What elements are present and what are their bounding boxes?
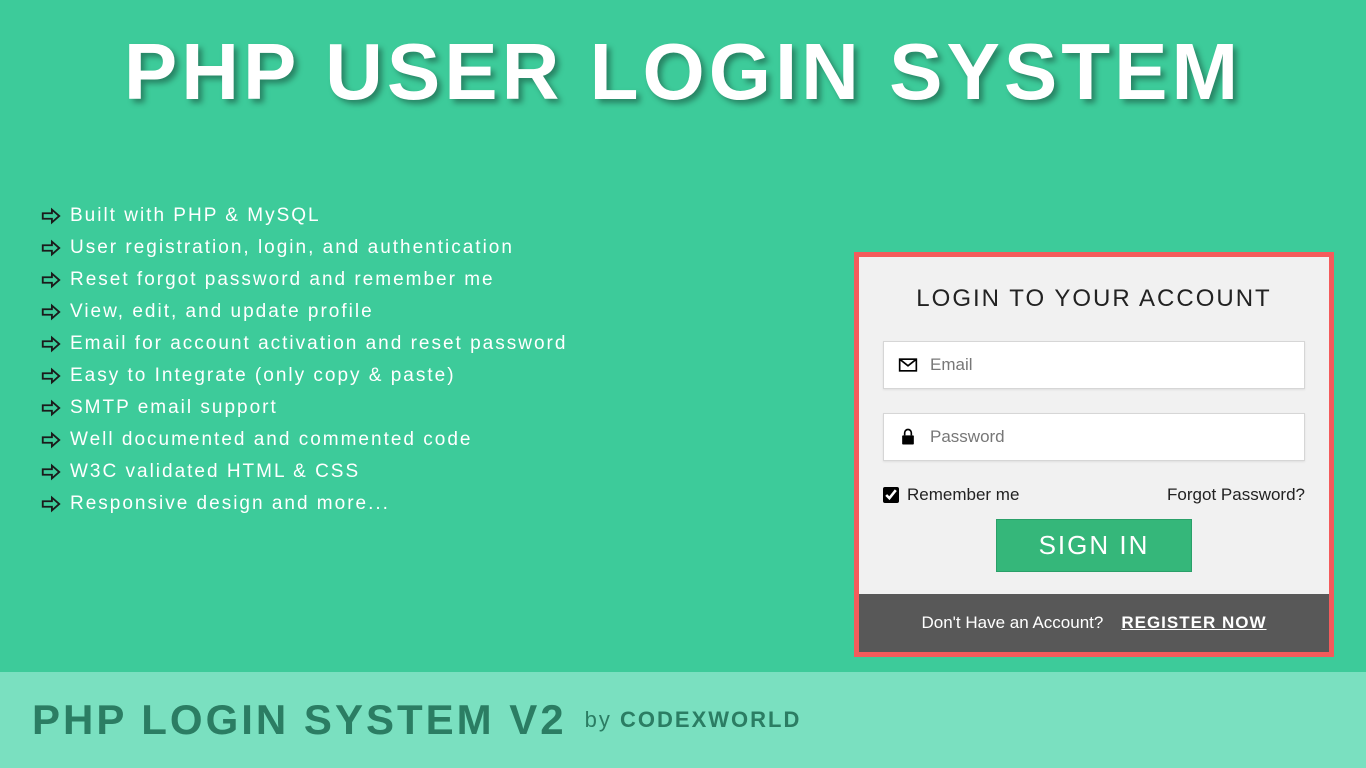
list-item: Email for account activation and reset p… [40,333,820,355]
remember-row: Remember me Forgot Password? [883,485,1305,505]
arrow-right-icon [40,493,62,515]
mail-icon [898,355,918,375]
footer-byline: by CODEXWORLD [585,707,802,733]
feature-list: Built with PHP & MySQL User registration… [40,205,820,525]
arrow-right-icon [40,397,62,419]
feature-text: W3C validated HTML & CSS [70,461,360,483]
register-now-link[interactable]: REGISTER NOW [1121,613,1266,633]
list-item: Responsive design and more... [40,493,820,515]
list-item: W3C validated HTML & CSS [40,461,820,483]
feature-text: Responsive design and more... [70,493,390,515]
feature-text: Reset forgot password and remember me [70,269,495,291]
remember-me-label[interactable]: Remember me [883,485,1019,505]
noaccount-text: Don't Have an Account? [921,613,1103,633]
remember-me-text: Remember me [907,485,1019,505]
arrow-right-icon [40,205,62,227]
arrow-right-icon [40,301,62,323]
arrow-right-icon [40,365,62,387]
forgot-password-link[interactable]: Forgot Password? [1167,485,1305,505]
register-bar: Don't Have an Account? REGISTER NOW [859,594,1329,652]
list-item: Reset forgot password and remember me [40,269,820,291]
login-heading: LOGIN TO YOUR ACCOUNT [883,285,1305,313]
arrow-right-icon [40,333,62,355]
arrow-right-icon [40,237,62,259]
feature-text: Well documented and commented code [70,429,472,451]
feature-text: User registration, login, and authentica… [70,237,514,259]
footer-title: PHP LOGIN SYSTEM V2 [32,696,567,744]
list-item: Well documented and commented code [40,429,820,451]
lock-icon [898,427,918,447]
list-item: User registration, login, and authentica… [40,237,820,259]
feature-text: View, edit, and update profile [70,301,374,323]
arrow-right-icon [40,429,62,451]
feature-text: SMTP email support [70,397,278,419]
feature-text: Email for account activation and reset p… [70,333,567,355]
email-field-wrap[interactable] [883,341,1305,389]
feature-text: Built with PHP & MySQL [70,205,321,227]
arrow-right-icon [40,461,62,483]
list-item: View, edit, and update profile [40,301,820,323]
list-item: Built with PHP & MySQL [40,205,820,227]
password-input[interactable] [930,427,1290,447]
signin-button[interactable]: SIGN IN [996,519,1193,572]
page-title: PHP USER LOGIN SYSTEM [0,0,1366,118]
footer-by-prefix: by [585,707,612,732]
list-item: SMTP email support [40,397,820,419]
arrow-right-icon [40,269,62,291]
email-input[interactable] [930,355,1290,375]
list-item: Easy to Integrate (only copy & paste) [40,365,820,387]
feature-text: Easy to Integrate (only copy & paste) [70,365,456,387]
remember-me-checkbox[interactable] [883,487,899,503]
footer-bar: PHP LOGIN SYSTEM V2 by CODEXWORLD [0,672,1366,768]
login-card: LOGIN TO YOUR ACCOUNT Remember me Forgot… [854,252,1334,657]
footer-brand: CODEXWORLD [620,707,801,732]
password-field-wrap[interactable] [883,413,1305,461]
